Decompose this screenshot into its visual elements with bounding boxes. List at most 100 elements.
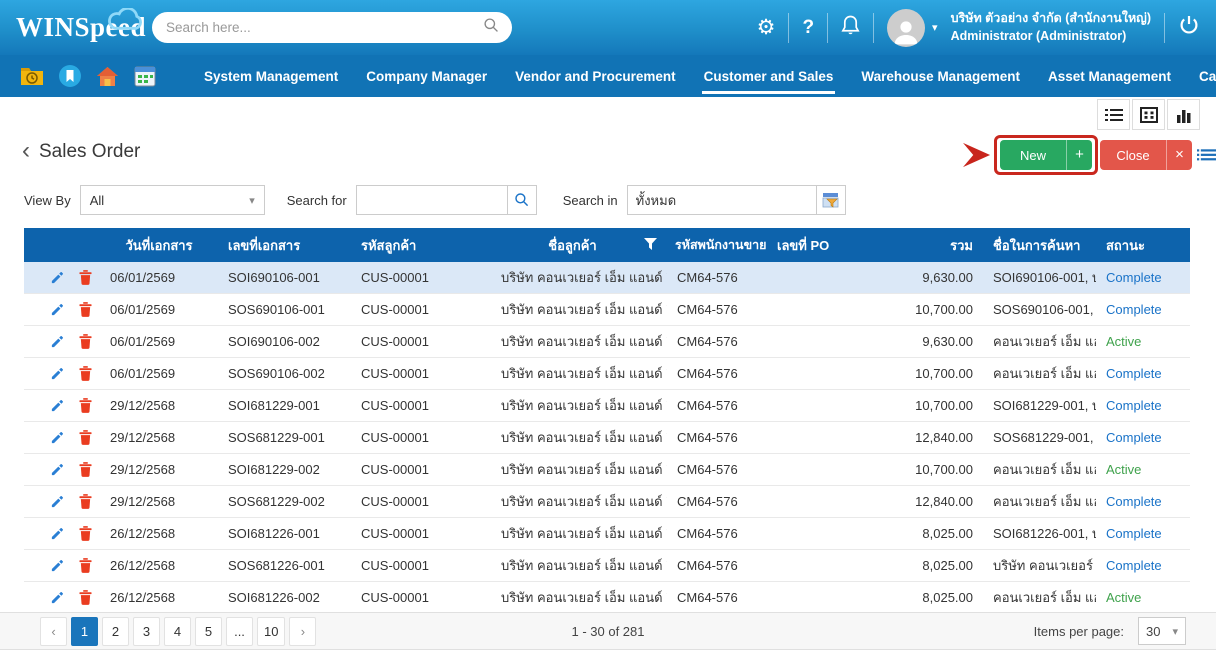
edit-pencil-icon[interactable] — [50, 398, 65, 413]
search-in-input[interactable] — [627, 185, 817, 215]
calendar-icon[interactable] — [134, 65, 156, 87]
header-salesperson[interactable]: รหัสพนักงานขาย — [667, 235, 767, 255]
nav-item-customer-and-sales[interactable]: Customer and Sales — [690, 55, 848, 97]
page-4[interactable]: 4 — [164, 617, 191, 646]
cell-status[interactable]: Active — [1096, 590, 1190, 605]
nav-item-asset-management[interactable]: Asset Management — [1034, 55, 1185, 97]
bookmark-icon[interactable] — [59, 65, 81, 87]
table-row[interactable]: 29/12/2568SOI681229-002CUS-00001บริษัท ค… — [24, 454, 1190, 486]
edit-pencil-icon[interactable] — [50, 334, 65, 349]
page-2[interactable]: 2 — [102, 617, 129, 646]
nav-item-cash-management[interactable]: Cash Management — [1185, 55, 1216, 97]
new-plus-icon[interactable]: + — [1066, 140, 1092, 170]
close-x-icon[interactable]: × — [1166, 140, 1192, 170]
back-chevron-icon[interactable]: ‹ — [22, 139, 30, 163]
edit-pencil-icon[interactable] — [50, 526, 65, 541]
page-1[interactable]: 1 — [71, 617, 98, 646]
table-row[interactable]: 29/12/2568SOS681229-001CUS-00001บริษัท ค… — [24, 422, 1190, 454]
nav-item-warehouse-management[interactable]: Warehouse Management — [847, 55, 1034, 97]
user-avatar[interactable] — [887, 9, 925, 47]
cell-status[interactable]: Complete — [1096, 558, 1190, 573]
chevron-down-icon[interactable]: ▾ — [932, 21, 938, 34]
delete-trash-icon[interactable] — [79, 270, 92, 285]
delete-trash-icon[interactable] — [79, 558, 92, 573]
header-doc-date[interactable]: วันที่เอกสาร — [100, 235, 218, 256]
home-icon[interactable] — [96, 66, 119, 87]
delete-trash-icon[interactable] — [79, 590, 92, 605]
side-menu-icon[interactable] — [1197, 145, 1216, 165]
nav-item-system-management[interactable]: System Management — [190, 55, 352, 97]
header-status[interactable]: สถานะ — [1096, 235, 1190, 256]
edit-pencil-icon[interactable] — [50, 270, 65, 285]
global-search-input[interactable] — [164, 19, 483, 36]
search-in-filter-button[interactable] — [817, 185, 846, 215]
cell-status[interactable]: Complete — [1096, 526, 1190, 541]
edit-pencil-icon[interactable] — [50, 366, 65, 381]
cell-status[interactable]: Complete — [1096, 366, 1190, 381]
delete-trash-icon[interactable] — [79, 334, 92, 349]
table-row[interactable]: 29/12/2568SOS681229-002CUS-00001บริษัท ค… — [24, 486, 1190, 518]
search-icon[interactable] — [483, 17, 500, 39]
page-ellipsis[interactable]: ... — [226, 617, 253, 646]
edit-pencil-icon[interactable] — [50, 558, 65, 573]
filter-funnel-icon[interactable] — [644, 238, 657, 253]
delete-trash-icon[interactable] — [79, 526, 92, 541]
grid-view-icon[interactable] — [1132, 99, 1165, 130]
notification-bell-icon[interactable] — [841, 15, 860, 41]
header-customer-name[interactable]: ชื่อลูกค้า — [491, 235, 667, 256]
app-logo[interactable]: WINSpeed — [16, 12, 156, 43]
cell-status[interactable]: Complete — [1096, 270, 1190, 285]
close-button[interactable]: Close × — [1100, 140, 1192, 170]
nav-item-company-manager[interactable]: Company Manager — [352, 55, 501, 97]
cell-status[interactable]: Active — [1096, 334, 1190, 349]
delete-trash-icon[interactable] — [79, 430, 92, 445]
table-row[interactable]: 26/12/2568SOI681226-002CUS-00001บริษัท ค… — [24, 582, 1190, 614]
delete-trash-icon[interactable] — [79, 366, 92, 381]
header-customer-code[interactable]: รหัสลูกค้า — [351, 235, 491, 256]
chart-view-icon[interactable] — [1167, 99, 1200, 130]
page-3[interactable]: 3 — [133, 617, 160, 646]
recent-folder-icon[interactable] — [20, 66, 44, 86]
cell-status[interactable]: Complete — [1096, 494, 1190, 509]
cell-status[interactable]: Active — [1096, 462, 1190, 477]
edit-pencil-icon[interactable] — [50, 590, 65, 605]
table-row[interactable]: 06/01/2569SOS690106-001CUS-00001บริษัท ค… — [24, 294, 1190, 326]
table-row[interactable]: 29/12/2568SOI681229-001CUS-00001บริษัท ค… — [24, 390, 1190, 422]
list-view-icon[interactable] — [1097, 99, 1130, 130]
page-5[interactable]: 5 — [195, 617, 222, 646]
header-doc-no[interactable]: เลขที่เอกสาร — [218, 235, 351, 256]
cell-status[interactable]: Complete — [1096, 398, 1190, 413]
table-row[interactable]: 26/12/2568SOS681226-001CUS-00001บริษัท ค… — [24, 550, 1190, 582]
edit-pencil-icon[interactable] — [50, 462, 65, 477]
edit-pencil-icon[interactable] — [50, 494, 65, 509]
logout-power-icon[interactable] — [1178, 14, 1200, 41]
table-row[interactable]: 06/01/2569SOI690106-001CUS-00001บริษัท ค… — [24, 262, 1190, 294]
table-row[interactable]: 26/12/2568SOI681226-001CUS-00001บริษัท ค… — [24, 518, 1190, 550]
page-next[interactable]: › — [289, 617, 316, 646]
header-search-name[interactable]: ชื่อในการค้นหา — [983, 235, 1096, 256]
page-10[interactable]: 10 — [257, 617, 285, 646]
delete-trash-icon[interactable] — [79, 462, 92, 477]
cell-status[interactable]: Complete — [1096, 430, 1190, 445]
table-row[interactable]: 06/01/2569SOI690106-002CUS-00001บริษัท ค… — [24, 326, 1190, 358]
cell-status[interactable]: Complete — [1096, 302, 1190, 317]
edit-pencil-icon[interactable] — [50, 430, 65, 445]
page-prev[interactable]: ‹ — [40, 617, 67, 646]
edit-pencil-icon[interactable] — [50, 302, 65, 317]
delete-trash-icon[interactable] — [79, 302, 92, 317]
new-button[interactable]: New + — [1000, 140, 1092, 170]
delete-trash-icon[interactable] — [79, 494, 92, 509]
nav-item-vendor-and-procurement[interactable]: Vendor and Procurement — [501, 55, 690, 97]
search-for-button[interactable] — [508, 185, 537, 215]
view-by-select[interactable]: All ▾ — [80, 185, 265, 215]
user-company-info[interactable]: บริษัท ตัวอย่าง จำกัด (สำนักงานใหญ่) Adm… — [951, 10, 1151, 45]
header-po-no[interactable]: เลขที่ PO — [767, 235, 857, 256]
help-icon[interactable]: ? — [802, 17, 814, 39]
delete-trash-icon[interactable] — [79, 398, 92, 413]
header-total[interactable]: รวม — [857, 235, 983, 256]
items-per-page-select[interactable]: 30 ▾ — [1138, 617, 1186, 645]
settings-gear-icon[interactable]: ⚙ — [757, 17, 776, 38]
table-row[interactable]: 06/01/2569SOS690106-002CUS-00001บริษัท ค… — [24, 358, 1190, 390]
search-for-input[interactable] — [356, 185, 508, 215]
cell-total: 9,630.00 — [857, 334, 983, 349]
